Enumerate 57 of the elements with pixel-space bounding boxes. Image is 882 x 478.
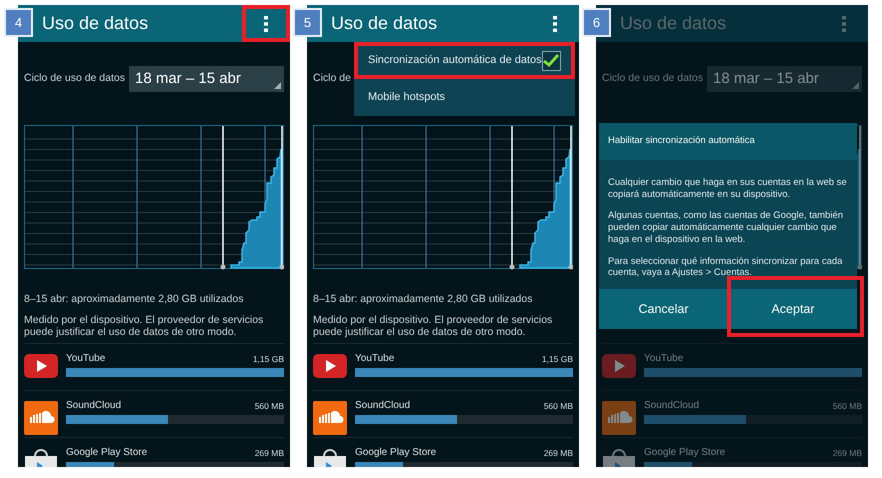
app-name: SoundCloud [355, 399, 410, 413]
menu-icon [842, 16, 846, 32]
app-name: Google Play Store [66, 446, 148, 460]
screen-title: Uso de datos [42, 12, 148, 35]
usage-summary: 8–15 abr: aproximadamente 2,80 GB utilizados [24, 292, 244, 307]
cloud-icon [313, 401, 347, 435]
app-name: YouTube [644, 352, 684, 366]
cycle-label: Ciclo de [313, 71, 351, 86]
play-icon [602, 354, 636, 378]
cloud-icon [602, 401, 636, 435]
data-amount: 269 MB [832, 447, 862, 460]
corner-triangle-icon [274, 82, 281, 89]
dialog-button[interactable]: Aceptar [728, 288, 857, 329]
app-name: SoundCloud [66, 399, 122, 413]
cycle-dropdown[interactable]: 18 mar – 15 abr [706, 66, 862, 92]
cloud-icon [24, 401, 58, 435]
play-icon [313, 354, 347, 378]
screen-title: Uso de datos [620, 12, 726, 35]
usage-note: Medido por el dispositivo. El proveedor de servicios puede justificar el uso de datos de otro modo. [24, 314, 264, 338]
data-amount: 269 MB [254, 447, 284, 460]
app-name: Google Play Store [644, 446, 726, 460]
menu-item[interactable]: Mobile hotspots [354, 79, 575, 116]
step-badge: 5 [293, 8, 322, 37]
app-name: SoundCloud [644, 399, 700, 413]
dialog-text: Algunas cuentas, como las cuentas de Google, también pueden copiar automáticamente cualquier cambio que haga en el dispositivo en la web. [608, 210, 844, 246]
data-amount: 269 MB [544, 447, 573, 460]
dialog-text: Cualquier cambio que haga en sus cuentas en la web se copiará automáticamente en su dispositivo. [608, 177, 848, 200]
menu-icon [553, 16, 557, 32]
dialog-button[interactable]: Cancelar [599, 288, 728, 329]
cycle-label: Ciclo de uso de datos [602, 71, 703, 86]
step-badge: 6 [582, 8, 611, 37]
shopping-bag-icon [313, 448, 347, 467]
app-name: Google Play Store [355, 446, 436, 460]
cycle-dropdown[interactable]: 18 mar – 15 abr [128, 66, 284, 92]
cycle-label: Ciclo de uso de datos [24, 71, 125, 86]
play-icon [24, 354, 58, 378]
app-name: YouTube [355, 352, 394, 366]
data-amount: 1,15 GB [252, 353, 284, 366]
shopping-bag-icon [24, 448, 58, 467]
dialog-text: Para seleccionar qué información sincronizar para cada cuenta, vaya a Ajustes > Cuentas. [608, 256, 844, 279]
step-badge: 4 [4, 8, 33, 37]
menu-item[interactable]: Sincronización automática de datos [354, 42, 575, 79]
app-name: YouTube [66, 352, 106, 366]
corner-triangle-icon [852, 82, 859, 89]
dialog-title: Habilitar sincronización automática [608, 134, 755, 148]
checkmark-icon [543, 54, 560, 67]
menu-button[interactable] [242, 5, 290, 42]
data-amount: 1,15 GB [542, 353, 573, 366]
checkbox[interactable] [542, 50, 561, 70]
menu-icon [264, 16, 268, 32]
data-amount: 560 MB [254, 400, 284, 413]
data-amount: 560 MB [544, 400, 573, 413]
shopping-bag-icon [602, 448, 636, 467]
data-amount: 560 MB [832, 400, 862, 413]
usage-note: Medido por el dispositivo. El proveedor de servicios puede justificar el uso de datos de otro modo. [313, 314, 554, 338]
screen-title: Uso de datos [331, 12, 438, 35]
usage-summary: 8–15 abr: aproximadamente 2,80 GB utilizados [313, 292, 534, 307]
